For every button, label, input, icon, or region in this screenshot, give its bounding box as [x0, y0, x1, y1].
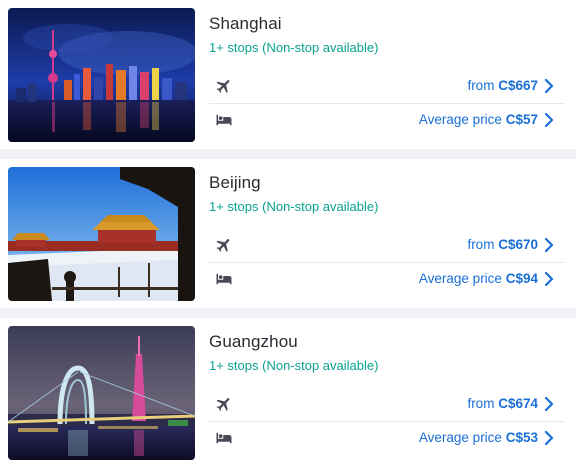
flight-price-row[interactable]: from C$674	[209, 388, 564, 420]
destination-image[interactable]	[8, 167, 195, 301]
guangzhou-bridge-photo	[8, 326, 195, 460]
destination-card-beijing[interactable]: Beijing 1+ stops (Non-stop available) fr…	[0, 159, 576, 308]
chevron-right-icon[interactable]	[544, 79, 554, 93]
stops-info: 1+ stops (Non-stop available)	[209, 40, 379, 55]
destination-card-shanghai[interactable]: Shanghai 1+ stops (Non-stop available) f…	[0, 0, 576, 149]
hotel-price-row[interactable]: Average price C$57	[209, 103, 564, 135]
flight-price[interactable]: from C$670	[467, 237, 538, 252]
destination-image[interactable]	[8, 8, 195, 142]
flight-price-row[interactable]: from C$667	[209, 70, 564, 102]
chevron-right-icon[interactable]	[544, 113, 554, 127]
destination-card-guangzhou[interactable]: Guangzhou 1+ stops (Non-stop available) …	[0, 318, 576, 467]
hotel-price-row[interactable]: Average price C$53	[209, 421, 564, 453]
flight-price[interactable]: from C$674	[467, 396, 538, 411]
stops-info: 1+ stops (Non-stop available)	[209, 358, 379, 373]
chevron-right-icon[interactable]	[544, 238, 554, 252]
stops-info: 1+ stops (Non-stop available)	[209, 199, 379, 214]
city-name[interactable]: Shanghai	[209, 14, 282, 34]
chevron-right-icon[interactable]	[544, 431, 554, 445]
bed-icon	[215, 429, 233, 447]
bed-icon	[215, 111, 233, 129]
airplane-icon	[215, 236, 233, 254]
destination-image[interactable]	[8, 326, 195, 460]
airplane-icon	[215, 395, 233, 413]
hotel-price-row[interactable]: Average price C$94	[209, 262, 564, 294]
city-name[interactable]: Beijing	[209, 173, 261, 193]
shanghai-skyline-photo	[8, 8, 195, 142]
flight-price[interactable]: from C$667	[467, 78, 538, 93]
airplane-icon	[215, 77, 233, 95]
flight-price-row[interactable]: from C$670	[209, 229, 564, 261]
hotel-price[interactable]: Average price C$53	[419, 430, 538, 445]
bed-icon	[215, 270, 233, 288]
beijing-forbidden-city-photo	[8, 167, 195, 301]
city-name[interactable]: Guangzhou	[209, 332, 298, 352]
chevron-right-icon[interactable]	[544, 397, 554, 411]
hotel-price[interactable]: Average price C$94	[419, 271, 538, 286]
destination-list: Shanghai 1+ stops (Non-stop available) f…	[0, 0, 576, 467]
hotel-price[interactable]: Average price C$57	[419, 112, 538, 127]
chevron-right-icon[interactable]	[544, 272, 554, 286]
